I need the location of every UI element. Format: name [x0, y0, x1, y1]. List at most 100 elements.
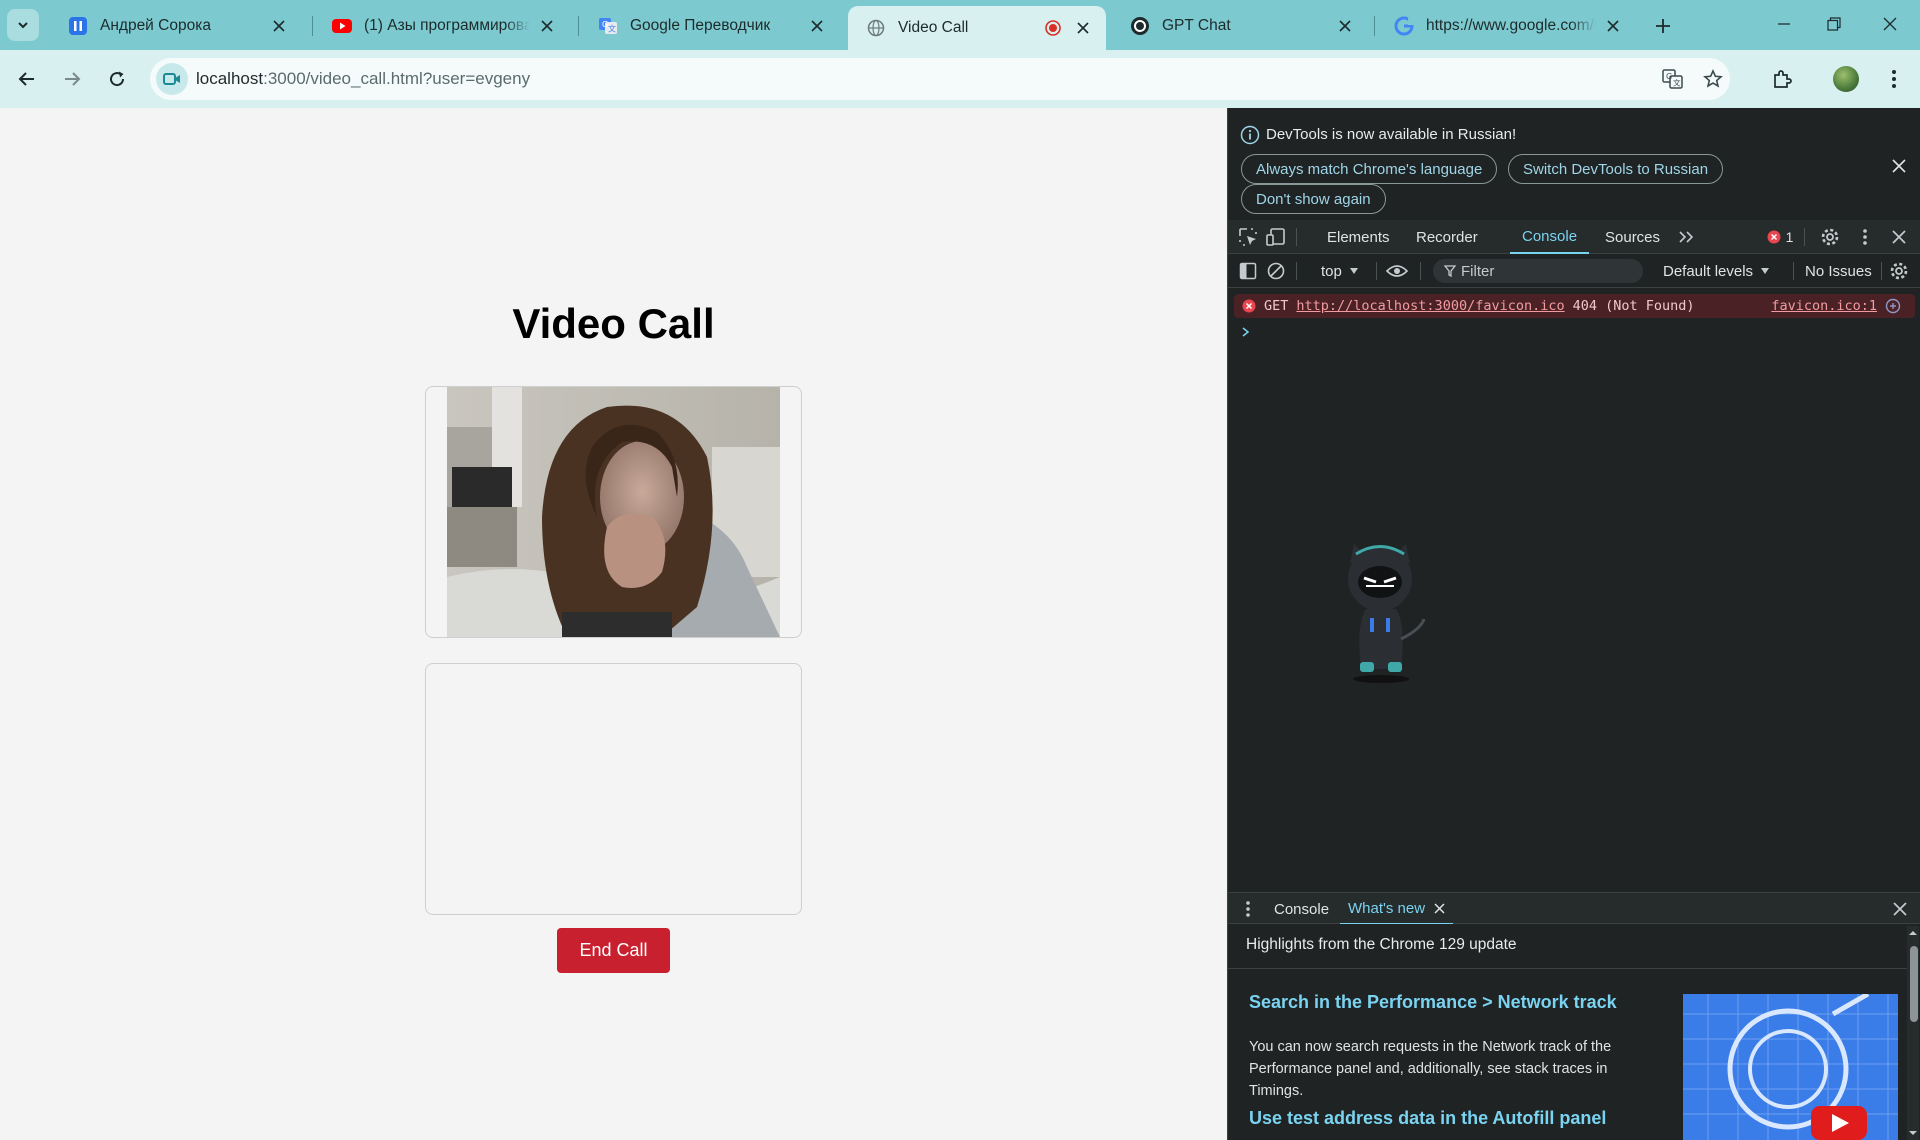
tab-google[interactable]: https://www.google.com/s [1376, 6, 1636, 46]
drawer-tab-whats-new[interactable]: What's new [1340, 893, 1454, 925]
error-url-link[interactable]: http://localhost:3000/favicon.ico [1296, 298, 1564, 314]
close-infobar-button[interactable] [1888, 155, 1910, 177]
tab-console[interactable]: Console [1510, 220, 1590, 254]
close-tab-icon[interactable] [806, 15, 828, 37]
gear-icon [1821, 228, 1839, 246]
scrollbar-thumb[interactable] [1910, 946, 1918, 1022]
extensions-button[interactable] [1766, 63, 1798, 95]
tab-divider [1374, 16, 1375, 36]
reload-button[interactable] [101, 63, 133, 95]
back-button[interactable] [11, 63, 43, 95]
live-expression-button[interactable] [1385, 259, 1409, 283]
close-icon [1892, 230, 1906, 244]
tab-recorder[interactable]: Recorder [1416, 220, 1478, 254]
close-devtools-button[interactable] [1887, 225, 1911, 249]
close-tab-icon[interactable] [268, 15, 290, 37]
local-video[interactable] [425, 386, 802, 638]
google-icon [1394, 16, 1414, 36]
chatgpt-icon [1130, 16, 1150, 36]
url-text[interactable]: localhost:3000/video_call.html?user=evge… [196, 69, 530, 89]
device-icon [1266, 228, 1285, 246]
context-selector[interactable]: top [1321, 254, 1359, 288]
devtools-menu-button[interactable] [1853, 225, 1877, 249]
gear-icon [1890, 262, 1908, 280]
whats-new-item-title[interactable]: Use test address data in the Autofill pa… [1249, 1108, 1606, 1129]
log-levels-dropdown[interactable]: Default levels [1663, 254, 1770, 288]
site-info-button[interactable] [156, 63, 188, 95]
address-bar[interactable]: localhost:3000/video_call.html?user=evge… [150, 58, 1730, 100]
tab-title: Video Call [898, 19, 969, 36]
sidebar-toggle-button[interactable] [1236, 259, 1260, 283]
new-tab-button[interactable] [1650, 13, 1676, 39]
webcam-feed [447, 387, 780, 637]
drawer-menu-button[interactable] [1236, 897, 1260, 921]
close-tab-icon[interactable] [1334, 15, 1356, 37]
tab-elements[interactable]: Elements [1327, 220, 1390, 254]
pause-app-icon [68, 16, 88, 36]
switch-language-button[interactable]: Switch DevTools to Russian [1508, 154, 1724, 184]
close-icon[interactable] [1434, 902, 1445, 914]
more-vertical-icon [1863, 229, 1867, 245]
whats-new-video-thumbnail[interactable] [1683, 994, 1898, 1140]
dont-show-again-button[interactable]: Don't show again [1241, 184, 1386, 214]
forward-button[interactable] [56, 63, 88, 95]
inspect-icon [1239, 228, 1257, 246]
error-source-link[interactable]: favicon.ico:1 [1771, 298, 1877, 314]
tab-divider [312, 16, 313, 36]
divider [1804, 228, 1805, 246]
page-title: Video Call [512, 300, 715, 347]
sidebar-icon [1239, 262, 1257, 280]
close-tab-icon[interactable] [1072, 17, 1094, 39]
reload-icon [110, 71, 125, 87]
minimize-button[interactable] [1764, 8, 1804, 40]
close-tab-icon[interactable] [536, 15, 558, 37]
more-vertical-icon [1892, 70, 1896, 88]
restore-button[interactable] [1814, 8, 1854, 40]
close-drawer-button[interactable] [1888, 897, 1912, 921]
url-path: :3000/video_call.html?user=evgeny [263, 69, 531, 88]
profile-button[interactable] [1830, 63, 1862, 95]
error-counter[interactable]: 1 [1762, 225, 1798, 249]
issues-button[interactable]: No Issues [1797, 254, 1880, 288]
console-settings-button[interactable] [1887, 259, 1911, 283]
tab-video-call[interactable]: Video Call [848, 6, 1106, 50]
tab-andrey[interactable]: Андрей Сорока [50, 6, 302, 46]
error-count: 1 [1785, 229, 1794, 245]
console-filter-input[interactable]: Filter [1433, 259, 1643, 283]
youtube-icon [332, 16, 352, 36]
more-tabs-button[interactable] [1674, 225, 1698, 249]
caret-down-icon [1349, 268, 1358, 274]
tab-gpt-chat[interactable]: GPT Chat [1112, 6, 1368, 46]
whats-new-item-title[interactable]: Search in the Performance > Network trac… [1249, 992, 1617, 1013]
tab-youtube[interactable]: (1) Азы программирования [314, 6, 570, 46]
close-tab-icon[interactable] [1602, 15, 1624, 37]
double-chevron-right-icon [1679, 231, 1694, 243]
clear-console-button[interactable] [1264, 259, 1288, 283]
minimize-icon [1778, 23, 1790, 25]
chrome-menu-button[interactable] [1878, 63, 1910, 95]
bookmark-button[interactable] [1700, 66, 1726, 92]
inspect-element-button[interactable] [1236, 225, 1260, 249]
plus-icon [1656, 19, 1670, 33]
console-prompt[interactable] [1242, 324, 1250, 340]
tab-sources[interactable]: Sources [1605, 220, 1660, 254]
match-language-button[interactable]: Always match Chrome's language [1241, 154, 1498, 184]
tab-translate[interactable]: G文 Google Переводчик [580, 6, 840, 46]
drawer-tab-console[interactable]: Console [1274, 893, 1329, 925]
google-translate-icon: G文 [598, 16, 618, 36]
devtools-settings-button[interactable] [1818, 225, 1842, 249]
remote-video[interactable] [425, 663, 802, 915]
ai-explain-icon[interactable] [1885, 298, 1901, 314]
language-infobar: DevTools is now available in Russian! Al… [1228, 108, 1920, 220]
tab-search-button[interactable] [7, 9, 39, 41]
svg-text:文: 文 [1673, 78, 1681, 88]
device-toolbar-button[interactable] [1264, 225, 1288, 249]
scroll-up-icon [1909, 931, 1917, 935]
close-window-button[interactable] [1870, 8, 1910, 40]
error-icon [1242, 299, 1256, 313]
translate-page-button[interactable]: G文 [1660, 66, 1686, 92]
divider [1376, 262, 1377, 280]
info-icon [1240, 125, 1260, 145]
end-call-button[interactable]: End Call [557, 928, 670, 973]
tab-title: (1) Азы программирования [364, 17, 530, 34]
